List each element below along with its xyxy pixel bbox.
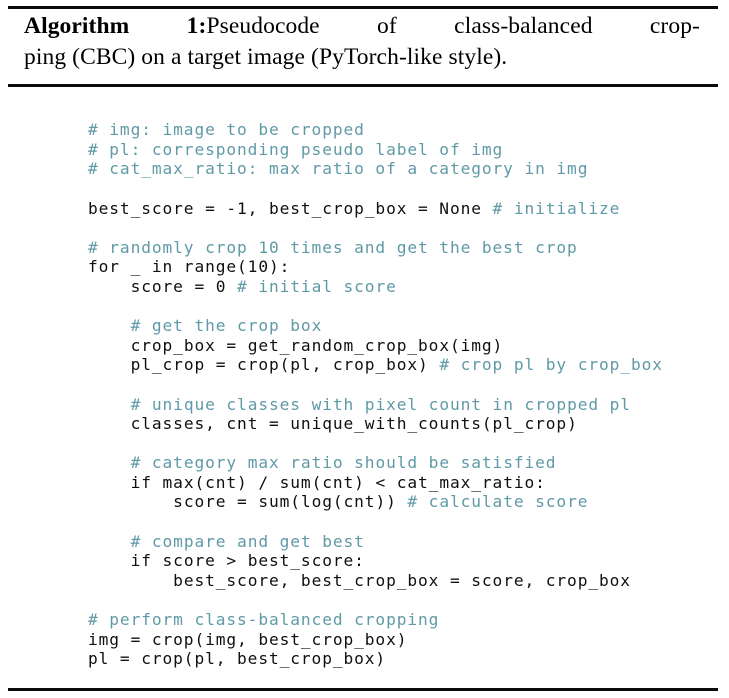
code-comment: # unique classes with pixel count in cro… (130, 394, 631, 414)
code-token: pl_crop = crop(pl, crop_box) (130, 355, 429, 375)
caption-text-line-1: Pseudocode of class-balanced crop- (206, 13, 700, 39)
code-token: classes, cnt = unique_with_counts(pl_cro… (130, 414, 578, 434)
code-comment: # randomly crop 10 times and get the bes… (88, 237, 578, 257)
code-token: crop_box = get_random_crop_box(img) (130, 335, 504, 355)
algorithm-caption: Algorithm 1:Pseudocode of class-balanced… (24, 11, 700, 73)
code-comment: # img: image to be cropped (88, 120, 365, 140)
code-comment: # perform class-balanced cropping (88, 610, 440, 630)
code-line: score = 0 # initial score (88, 277, 724, 297)
code-comment: # crop pl by crop_box (428, 355, 663, 375)
code-line: score = sum(log(cnt)) # calculate score (88, 492, 724, 512)
code-line: # get the crop box (88, 316, 724, 336)
code-line: best_score = -1, best_crop_box = None # … (88, 199, 724, 219)
code-line: classes, cnt = unique_with_counts(pl_cro… (88, 414, 724, 434)
code-line: pl_crop = crop(pl, crop_box) # crop pl b… (88, 355, 724, 375)
caption-line-1: Algorithm 1:Pseudocode of class-balanced… (24, 11, 700, 42)
caption-label: Algorithm 1: (24, 13, 207, 39)
code-token: pl = crop(pl, best_crop_box) (88, 649, 387, 669)
code-line: # img: image to be cropped (88, 120, 724, 140)
code-line: # pl: corresponding pseudo label of img (88, 140, 724, 160)
code-token: score = sum(log(cnt)) (173, 492, 397, 512)
bottom-rule (8, 688, 718, 691)
code-token: score = 0 (130, 276, 227, 296)
code-token: for _ in range(10): (88, 257, 291, 277)
code-comment: # category max ratio should be satisfied (130, 453, 557, 473)
caption-line-2: ping (CBC) on a target image (PyTorch-li… (24, 44, 508, 70)
code-comment: # compare and get best (130, 531, 365, 551)
code-token: img = crop(img, best_crop_box) (88, 629, 408, 649)
code-comment: # initialize (481, 198, 621, 218)
code-line: pl = crop(pl, best_crop_box) (88, 649, 724, 669)
code-line: # category max ratio should be satisfied (88, 453, 724, 473)
code-line: # unique classes with pixel count in cro… (88, 395, 724, 415)
code-token: if max(cnt) / sum(cnt) < cat_max_ratio: (130, 472, 546, 492)
top-rule (8, 6, 718, 9)
code-line: if max(cnt) / sum(cnt) < cat_max_ratio: (88, 473, 724, 493)
algorithm-figure: Algorithm 1:Pseudocode of class-balanced… (0, 0, 729, 698)
code-comment: # get the crop box (130, 316, 323, 336)
middle-rule (8, 84, 718, 87)
code-comment: # calculate score (396, 492, 589, 512)
code-line: if score > best_score: (88, 551, 724, 571)
code-line: # randomly crop 10 times and get the bes… (88, 238, 724, 258)
pseudocode-block: # img: image to be cropped # pl: correspo… (88, 120, 724, 669)
code-comment: # initial score (226, 276, 397, 296)
code-comment: # cat_max_ratio: max ratio of a category… (88, 159, 589, 179)
code-comment: # pl: corresponding pseudo label of img (88, 139, 504, 159)
code-token: best_score, best_crop_box = score, crop_… (173, 570, 631, 590)
code-line: img = crop(img, best_crop_box) (88, 630, 724, 650)
code-line: # cat_max_ratio: max ratio of a category… (88, 159, 724, 179)
code-line: # perform class-balanced cropping (88, 610, 724, 630)
code-line: for _ in range(10): (88, 257, 724, 277)
code-token: best_score = -1, best_crop_box = None (88, 198, 482, 218)
code-line: best_score, best_crop_box = score, crop_… (88, 571, 724, 591)
code-line: # compare and get best (88, 532, 724, 552)
code-token: if score > best_score: (130, 551, 365, 571)
code-line: crop_box = get_random_crop_box(img) (88, 336, 724, 356)
